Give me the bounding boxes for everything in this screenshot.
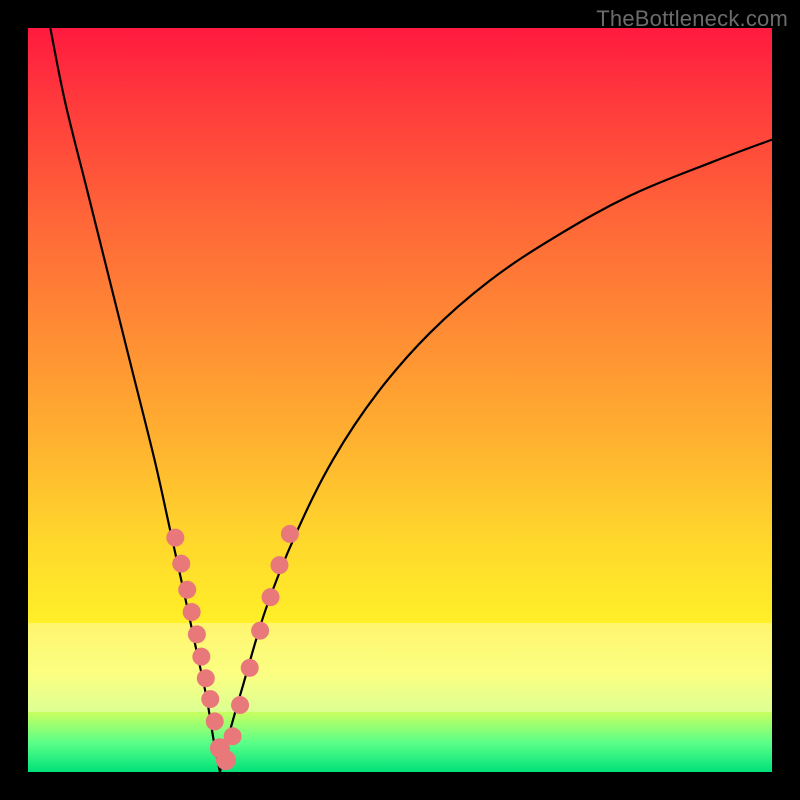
data-point [206,712,224,730]
data-point [270,556,288,574]
chart-svg [28,28,772,772]
curve-right [220,140,772,772]
data-point [262,588,280,606]
data-point [251,622,269,640]
data-point [197,669,215,687]
outer-black-frame: TheBottleneck.com [0,0,800,800]
data-point [224,727,242,745]
data-point [281,525,299,543]
data-point [216,750,236,770]
data-point [166,529,184,547]
data-point [183,603,201,621]
data-point [201,690,219,708]
data-point [192,648,210,666]
curve-left [50,28,220,772]
scatter-dots [166,525,299,770]
data-point [241,659,259,677]
highlight-band [28,623,772,712]
data-point [210,738,230,758]
data-point [172,555,190,573]
watermark-text: TheBottleneck.com [596,6,788,32]
data-point [178,581,196,599]
plot-area [28,28,772,772]
data-point [188,625,206,643]
data-point [231,696,249,714]
